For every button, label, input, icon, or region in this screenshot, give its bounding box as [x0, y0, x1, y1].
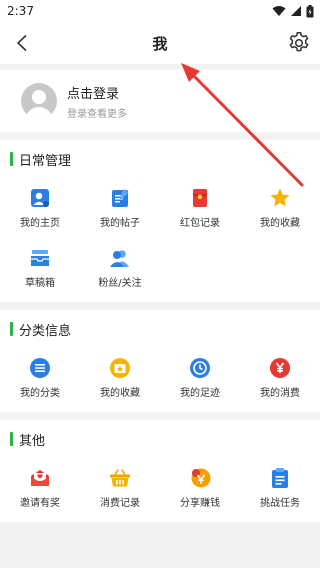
settings-button[interactable]: [286, 30, 312, 56]
menu-item-label: 挑战任务: [260, 498, 300, 509]
menu-item-drafts[interactable]: 草稿箱: [0, 238, 80, 298]
header: 我: [0, 22, 320, 64]
page-title: 我: [152, 34, 168, 53]
shopping-basket-icon: [109, 467, 131, 489]
profile-text: 点击登录 登录查看更多: [67, 83, 127, 120]
menu-item-my-posts[interactable]: 我的帖子: [80, 178, 160, 238]
star-icon: [269, 187, 291, 209]
menu-item-fans-following[interactable]: 粉丝/关注: [80, 238, 160, 298]
menu-item-label: 我的足迹: [180, 388, 220, 399]
favorite-box-icon: [109, 357, 131, 379]
status-icons: [272, 4, 314, 18]
user-card-icon: [29, 187, 51, 209]
menu-item-label: 邀请有奖: [20, 498, 60, 509]
clock-icon: [189, 357, 211, 379]
menu-item-label: 消费记录: [100, 498, 140, 509]
login-profile-card[interactable]: 点击登录 登录查看更多: [0, 70, 320, 132]
menu-item-label: 分享赚钱: [180, 498, 220, 509]
wifi-icon: [272, 6, 286, 16]
section-title: 分类信息: [0, 310, 320, 348]
menu-item-label: 粉丝/关注: [98, 278, 142, 289]
menu-item-label: 我的分类: [20, 388, 60, 399]
red-envelope-icon: [189, 187, 211, 209]
status-time: 2:37: [7, 4, 34, 18]
menu-item-challenge-tasks[interactable]: 挑战任务: [240, 458, 320, 518]
menu-item-red-envelope-records[interactable]: 红包记录: [160, 178, 240, 238]
section-title-text: 其他: [19, 433, 46, 449]
menu-item-label: 我的收藏: [260, 218, 300, 229]
avatar: [21, 83, 57, 119]
menu-item-label: 我的主页: [20, 218, 60, 229]
menu-item-label: 我的帖子: [100, 218, 140, 229]
section-title-text: 分类信息: [19, 323, 72, 339]
invite-envelope-icon: [29, 467, 51, 489]
menu-item-label: 我的消费: [260, 388, 300, 399]
clipboard-task-icon: [269, 467, 291, 489]
section-other: 其他 邀请有奖 消费记录 分享赚钱 挑战任务: [0, 420, 320, 522]
section-title: 其他: [0, 420, 320, 458]
back-arrow-icon: [16, 34, 27, 52]
menu-item-label: 红包记录: [180, 218, 220, 229]
menu-item-my-categories[interactable]: 我的分类: [0, 348, 80, 408]
menu-item-label: 草稿箱: [25, 278, 55, 289]
login-subtitle: 登录查看更多: [67, 108, 127, 120]
fans-icon: [109, 247, 131, 269]
menu-item-my-homepage[interactable]: 我的主页: [0, 178, 80, 238]
inbox-icon: [29, 247, 51, 269]
yen-icon: [269, 357, 291, 379]
signal-icon: [291, 6, 301, 16]
menu-item-share-earn[interactable]: 分享赚钱: [160, 458, 240, 518]
battery-icon: [306, 4, 314, 17]
gear-icon: [289, 32, 309, 52]
menu-item-my-favorites[interactable]: 我的收藏: [240, 178, 320, 238]
menu-item-label: 我的收藏: [100, 388, 140, 399]
section-category-info: 分类信息 我的分类 我的收藏 我的足迹 我的消费: [0, 310, 320, 412]
menu-item-my-spending[interactable]: 我的消费: [240, 348, 320, 408]
menu-item-my-favorites-2[interactable]: 我的收藏: [80, 348, 160, 408]
share-coin-icon: [189, 467, 211, 489]
section-daily-management: 日常管理 我的主页 我的帖子 红包记录 我的收藏 草稿箱 粉丝/关注: [0, 140, 320, 302]
section-title-text: 日常管理: [19, 153, 72, 169]
menu-item-my-footprints[interactable]: 我的足迹: [160, 348, 240, 408]
status-bar: 2:37: [0, 0, 320, 22]
back-button[interactable]: [9, 30, 35, 56]
menu-item-spending-records[interactable]: 消费记录: [80, 458, 160, 518]
menu-item-invite-rewards[interactable]: 邀请有奖: [0, 458, 80, 518]
section-title: 日常管理: [0, 140, 320, 178]
post-edit-icon: [109, 187, 131, 209]
list-icon: [29, 357, 51, 379]
login-prompt: 点击登录: [67, 86, 120, 102]
